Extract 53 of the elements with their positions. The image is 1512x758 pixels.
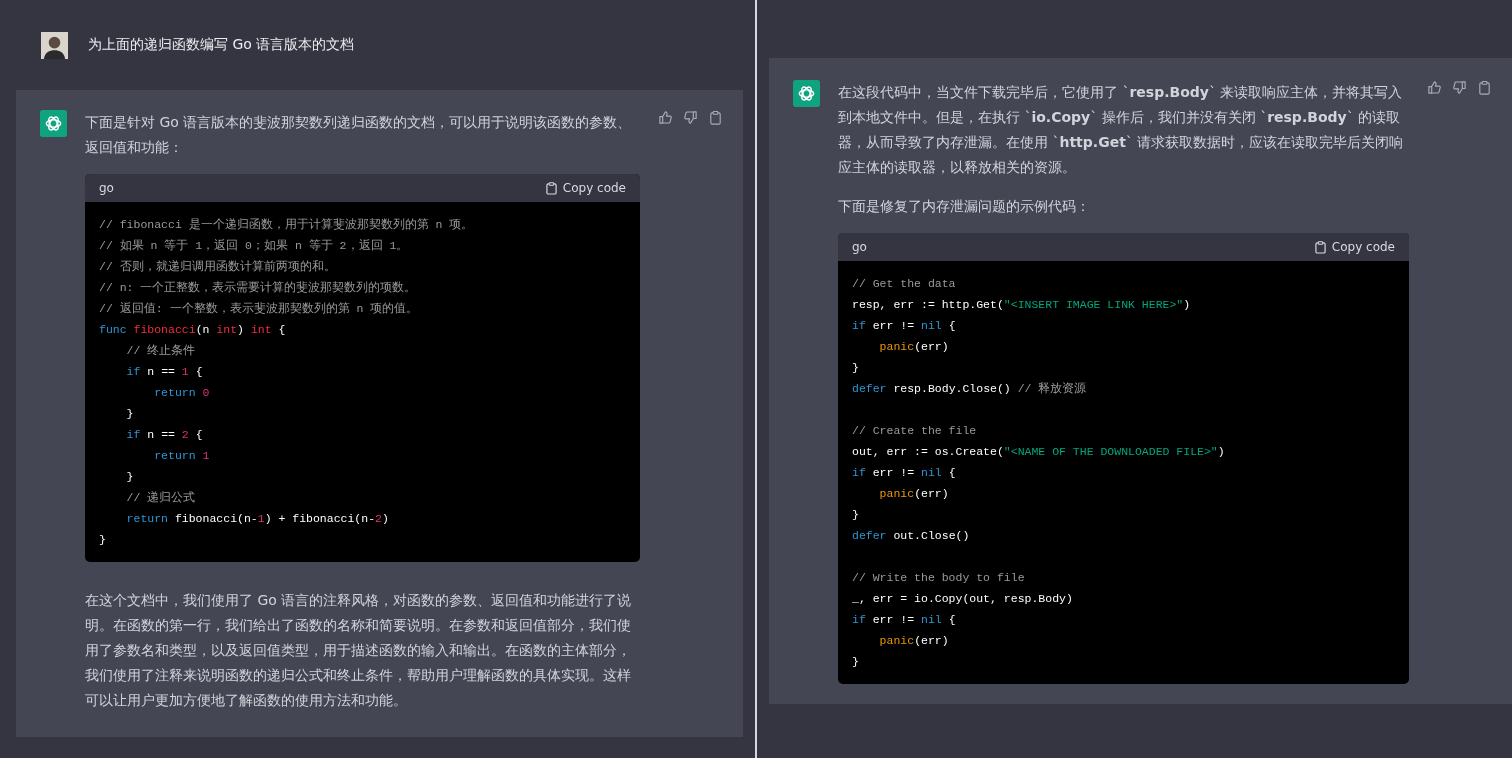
code-line: } [852,360,860,376]
code-line: } [125,406,135,422]
code-line: // Create the file [852,423,978,439]
code-line: // Get the data [852,276,957,292]
code-line: // fibonacci 是一个递归函数，用于计算斐波那契数列的第 n 项。 [99,217,475,233]
clipboard-icon [1314,240,1326,254]
code-line: return 0 [153,385,211,401]
code-line: } [99,532,107,548]
code-line: return 1 [153,448,211,464]
response-paragraph: 下面是修复了内存泄漏问题的示例代码： [838,197,1091,216]
code-line: defer resp.Body.Close() // 释放资源 [852,381,1088,397]
copy-icon[interactable] [708,110,723,125]
code-line: func fibonacci(n int) int { [99,322,287,338]
code-line: resp, err := http.Get("<INSERT IMAGE LINK HERE>") [852,297,1192,313]
thumbs-down-icon[interactable] [1452,80,1467,95]
code-line: // Write the body to file [852,570,1026,586]
code-line: // 返回值: 一个整数，表示斐波那契数列的第 n 项的值。 [99,301,420,317]
copy-code-button[interactable]: Copy code [1314,240,1395,254]
user-message: 为上面的递归函数编写 Go 语言版本的文档 [88,36,355,54]
response-paragraph: 在这个文档中，我们使用了 Go 语言的注释风格，对函数的参数、返回值和功能进行了说明。在函数的第一行，我们给出了函数的名称和简要说明。在参数和返回值部分，我们使用了参数名和类型，以及返回值类型，用于描述函数的输入和输出。在函数的主体部分，我们使用了注释来说明函数的递归公式和终止条件，帮助用户理解函数的具体实现。这样可以让用户更加方便地了解函数的使用方法和功能。 [85,591,633,710]
code-language-label: go [99,181,114,195]
assistant-logo-icon [793,80,820,107]
code-line: } [852,507,860,523]
clipboard-icon [545,181,557,195]
thumbs-up-icon[interactable] [658,110,673,125]
code-line: defer out.Close() [852,528,971,544]
code-line: panic(err) [878,633,950,649]
response-paragraph: 下面是针对 Go 语言版本的斐波那契数列递归函数的文档，可以用于说明该函数的参数、返回值和功能： [85,113,633,157]
code-line: if err != nil { [852,465,957,481]
code-line: return fibonacci(n-1) + fibonacci(n-2) [125,511,390,527]
code-line: // 终止条件 [125,343,197,359]
code-line: // n: 一个正整数，表示需要计算的斐波那契数列的项数。 [99,280,418,296]
avatar-icon [41,31,68,59]
code-line: if err != nil { [852,318,957,334]
code-language-label: go [852,240,867,254]
code-line: // 如果 n 等于 1，返回 0；如果 n 等于 2，返回 1。 [99,238,410,254]
code-line: out, err := os.Create("<NAME OF THE DOWNLOADED FILE>") [852,444,1226,460]
thumbs-down-icon[interactable] [683,110,698,125]
code-line: if n == 2 { [125,427,204,443]
copy-icon[interactable] [1477,80,1492,95]
code-line: } [852,654,860,670]
assistant-logo-icon [40,110,67,137]
response-paragraph: 在这段代码中，当文件下载完毕后，它使用了 `resp.Body` 来读取响应主体，并将其写入到本地文件中。但是，在执行 `io.Copy` 操作后，我们并没有关闭 `resp.Body` 的读取器，从而导致了内存泄漏。在使用 `http.Get` 请求获取数据时，应该在读取完毕后关闭响应主体的读取器，以释放相关的资源。 [838,83,1405,177]
thumbs-up-icon[interactable] [1427,80,1442,95]
code-line: if n == 1 { [125,364,204,380]
code-line: panic(err) [878,486,950,502]
code-line: if err != nil { [852,612,957,628]
code-line: panic(err) [878,339,950,355]
code-line: // 否则，就递归调用函数计算前两项的和。 [99,259,337,275]
code-line: } [125,469,135,485]
code-line: _, err = io.Copy(out, resp.Body) [852,591,1074,607]
code-line: // 递归公式 [125,490,197,506]
copy-code-button[interactable]: Copy code [545,181,626,195]
